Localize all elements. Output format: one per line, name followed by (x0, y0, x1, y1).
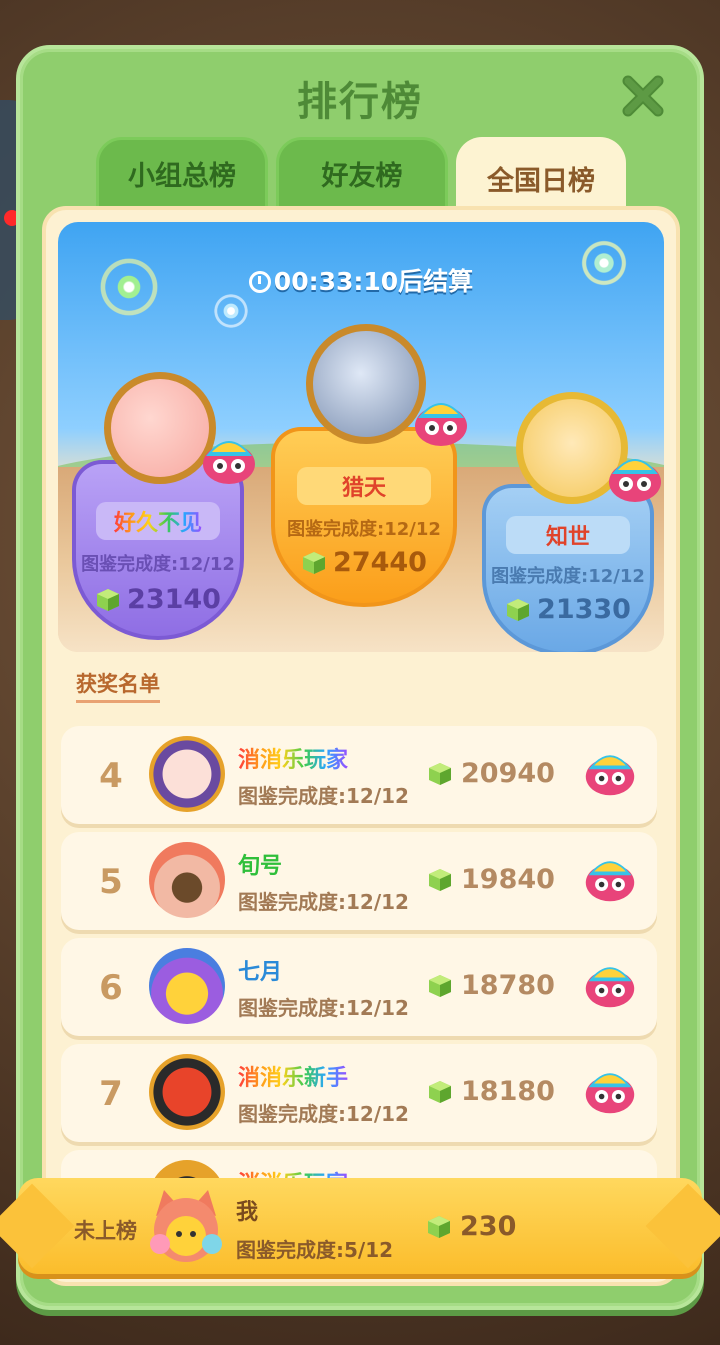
award-list-title: 获奖名单 (76, 668, 160, 703)
owl-badge-icon (585, 861, 635, 902)
score-value: 21330 (537, 594, 631, 625)
avatar (149, 842, 225, 918)
player-score: 21330 (482, 594, 654, 625)
tab-friends[interactable]: 好友榜 (276, 137, 448, 209)
self-score: 230 (426, 1211, 516, 1242)
timer-value: 00:33:10 (273, 267, 399, 296)
player-progress: 图鉴完成度:12/12 (238, 996, 409, 1020)
table-row[interactable]: 6 七月 图鉴完成度:12/12 18780 (61, 938, 657, 1036)
score-value: 27440 (333, 547, 427, 578)
rank-number: 5 (99, 862, 123, 902)
cube-icon (429, 974, 451, 997)
table-row[interactable]: 5 旬号 图鉴完成度:12/12 19840 (61, 832, 657, 930)
player-name: 消消乐玩家 (238, 742, 348, 774)
player-progress: 图鉴完成度:12/12 (238, 784, 409, 808)
player-progress: 图鉴完成度:12/12 (287, 519, 441, 540)
score-value: 19840 (461, 864, 555, 895)
table-row[interactable]: 4 消消乐玩家 图鉴完成度:12/12 20940 (61, 726, 657, 824)
player-name-box: 猎天 (297, 467, 431, 505)
player-name: 好久不见 (114, 505, 202, 537)
podium-first[interactable]: 猎天 图鉴完成度:12/12 27440 (271, 427, 457, 607)
panel-title: 排行榜 (297, 80, 423, 124)
score-value: 18180 (461, 1076, 555, 1107)
player-name: 猎天 (341, 476, 386, 501)
player-name: 七月 (238, 960, 283, 985)
player-name: 旬号 (238, 854, 283, 879)
cube-icon (429, 762, 451, 785)
player-score: 23140 (72, 584, 244, 615)
owl-badge-icon (609, 459, 661, 502)
player-score: 18780 (427, 970, 555, 1001)
player-name-box: 知世 (506, 516, 630, 554)
owl-badge-icon (585, 755, 635, 796)
score-value: 18780 (461, 970, 555, 1001)
owl-badge-icon (203, 441, 255, 484)
owl-badge-icon (585, 1073, 635, 1114)
self-rank-status: 未上榜 (74, 1219, 137, 1243)
tab-group-total[interactable]: 小组总榜 (96, 137, 268, 209)
player-progress: 图鉴完成度:12/12 (238, 890, 409, 914)
player-name-box: 好久不见 (96, 502, 220, 540)
score-value: 230 (460, 1211, 517, 1242)
self-avatar (146, 1186, 226, 1266)
player-score: 18180 (427, 1076, 555, 1107)
clock-icon (248, 271, 271, 293)
podium-second[interactable]: 好久不见 图鉴完成度:12/12 23140 (72, 460, 244, 640)
fox-avatar-icon (150, 1190, 222, 1262)
player-progress: 图鉴完成度:12/12 (81, 554, 235, 575)
owl-badge-icon (585, 967, 635, 1008)
player-name: 知世 (545, 525, 590, 550)
rank-number: 6 (99, 968, 123, 1008)
avatar (149, 1054, 225, 1130)
self-rank-bar[interactable]: 未上榜 我 图鉴完成度:5/12 230 (18, 1178, 702, 1274)
tab-label: 全国日榜 (487, 165, 595, 197)
score-value: 20940 (461, 758, 555, 789)
podium-third[interactable]: 知世 图鉴完成度:12/12 21330 (482, 484, 654, 652)
cube-icon (303, 551, 326, 574)
player-progress: 图鉴完成度:12/12 (238, 1102, 409, 1126)
self-progress: 图鉴完成度:5/12 (236, 1238, 394, 1262)
leaderboard-content: 00:33:10后结算 好久不见 图鉴完成度:12/12 23140 猎天 图鉴… (42, 206, 680, 1286)
avatar (149, 948, 225, 1024)
player-name: 消消乐新手 (238, 1060, 348, 1092)
tab-label: 小组总榜 (128, 160, 236, 192)
cube-icon (507, 598, 530, 621)
self-name: 我 (236, 1200, 259, 1225)
close-button[interactable] (618, 71, 668, 121)
avatar (149, 736, 225, 812)
owl-badge-icon (415, 403, 467, 446)
rank-number: 4 (99, 756, 123, 796)
score-value: 23140 (127, 584, 221, 615)
tab-label: 好友榜 (321, 160, 403, 192)
player-score: 27440 (271, 547, 457, 578)
rank-number: 7 (99, 1074, 123, 1114)
settlement-timer: 00:33:10后结算 (58, 262, 664, 298)
avatar-first (306, 324, 426, 444)
cube-icon (97, 588, 120, 611)
close-icon (622, 75, 664, 117)
player-score: 19840 (427, 864, 555, 895)
player-score: 20940 (427, 758, 555, 789)
podium-area: 00:33:10后结算 好久不见 图鉴完成度:12/12 23140 猎天 图鉴… (58, 222, 664, 652)
cube-icon (429, 1080, 451, 1103)
timer-suffix: 后结算 (398, 267, 474, 296)
cube-icon (428, 1215, 450, 1238)
table-row[interactable]: 7 消消乐新手 图鉴完成度:12/12 18180 (61, 1044, 657, 1142)
leaderboard-panel: 排行榜 小组总榜 好友榜 全国日榜 00:33:10后结算 好久不见 图鉴完成度… (16, 45, 704, 1310)
cube-icon (429, 868, 451, 891)
player-progress: 图鉴完成度:12/12 (491, 566, 645, 587)
